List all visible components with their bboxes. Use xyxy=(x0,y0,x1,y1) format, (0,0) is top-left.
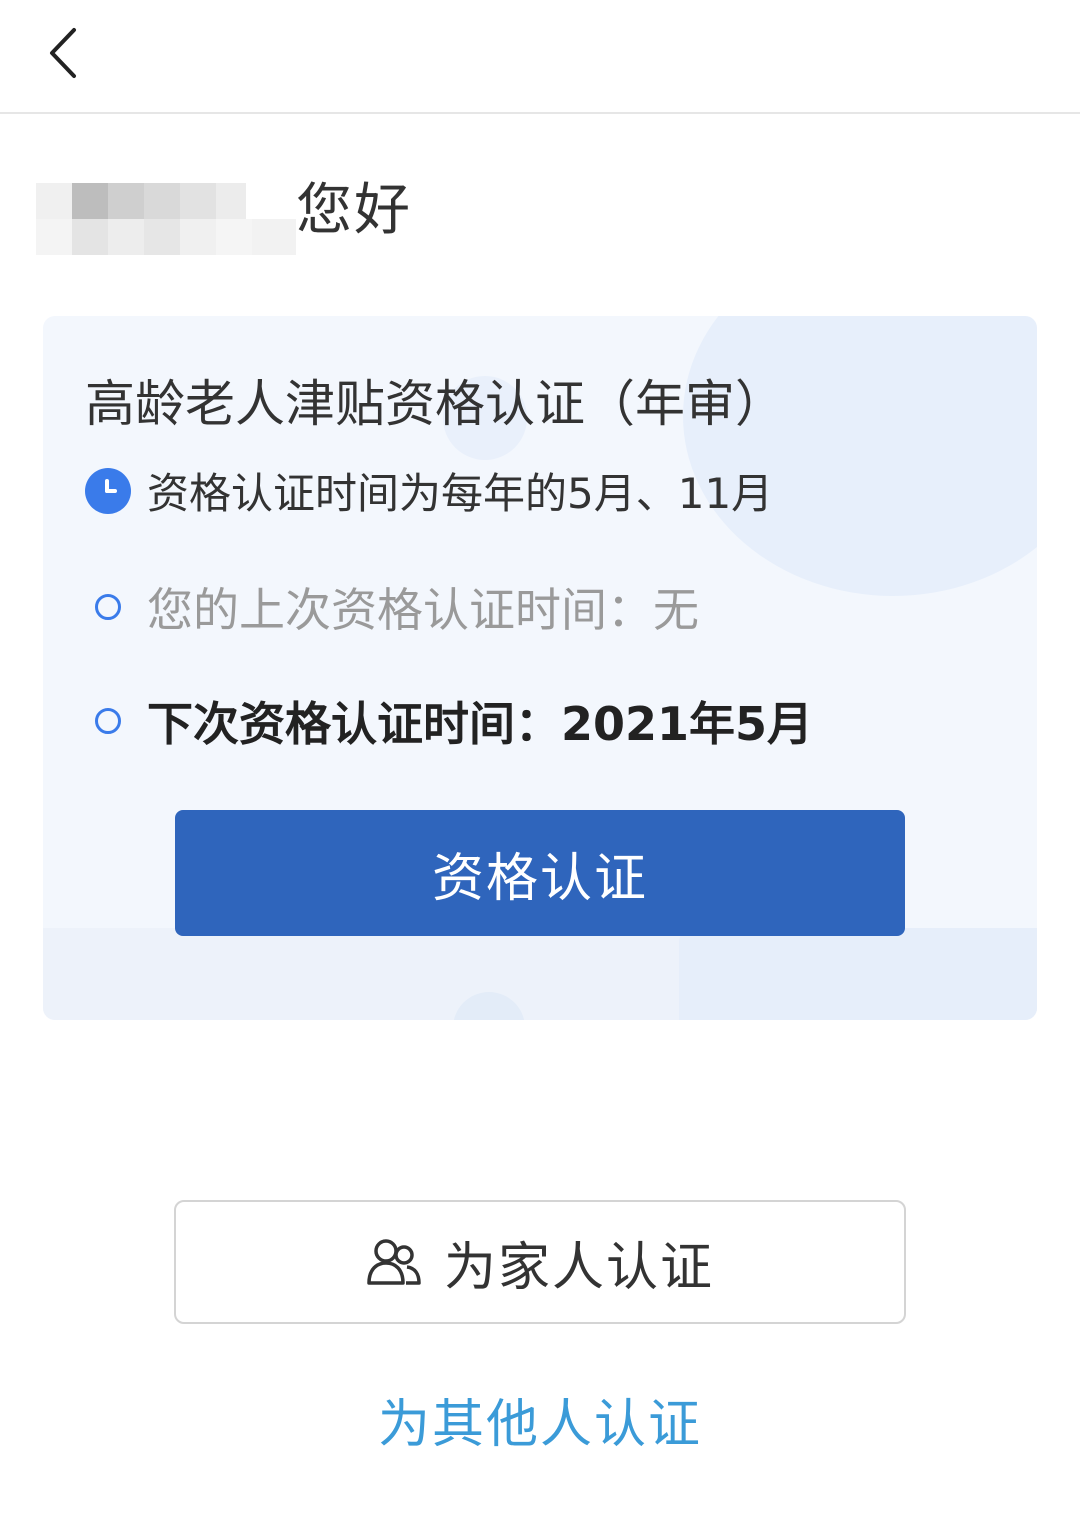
schedule-text: 资格认证时间为每年的5月、11月 xyxy=(147,469,774,518)
navigation-bar xyxy=(0,0,1080,114)
chevron-left-icon xyxy=(50,28,76,78)
certify-button[interactable]: 资格认证 xyxy=(175,810,905,936)
circle-dot-icon xyxy=(95,594,121,620)
back-button[interactable] xyxy=(30,18,100,88)
certify-others-link[interactable]: 为其他人认证 xyxy=(0,1382,1080,1457)
last-certification-text: 您的上次资格认证时间：无 xyxy=(147,583,699,637)
greeting-text: 您好 xyxy=(296,177,412,243)
info-row-next-certification: 下次资格认证时间：2021年5月 xyxy=(85,688,813,754)
users-icon xyxy=(367,1239,421,1285)
blurred-username xyxy=(36,169,296,255)
decorative-circle xyxy=(683,316,1037,596)
certification-card: 高龄老人津贴资格认证（年审） 资格认证时间为每年的5月、11月 您的上次资格认证… xyxy=(43,316,1037,1020)
certify-family-button[interactable]: 为家人认证 xyxy=(174,1200,906,1324)
next-certification-text: 下次资格认证时间：2021年5月 xyxy=(147,697,814,751)
circle-dot-icon xyxy=(95,708,121,734)
card-title: 高龄老人津贴资格认证（年审） xyxy=(85,375,785,433)
decorative-band xyxy=(679,928,1037,1020)
info-row-last-certification: 您的上次资格认证时间：无 xyxy=(85,574,699,640)
clock-icon xyxy=(85,467,131,514)
certify-family-label: 为家人认证 xyxy=(443,1237,714,1298)
info-row-schedule: 资格认证时间为每年的5月、11月 xyxy=(85,460,773,521)
greeting: 您好 xyxy=(36,160,412,255)
